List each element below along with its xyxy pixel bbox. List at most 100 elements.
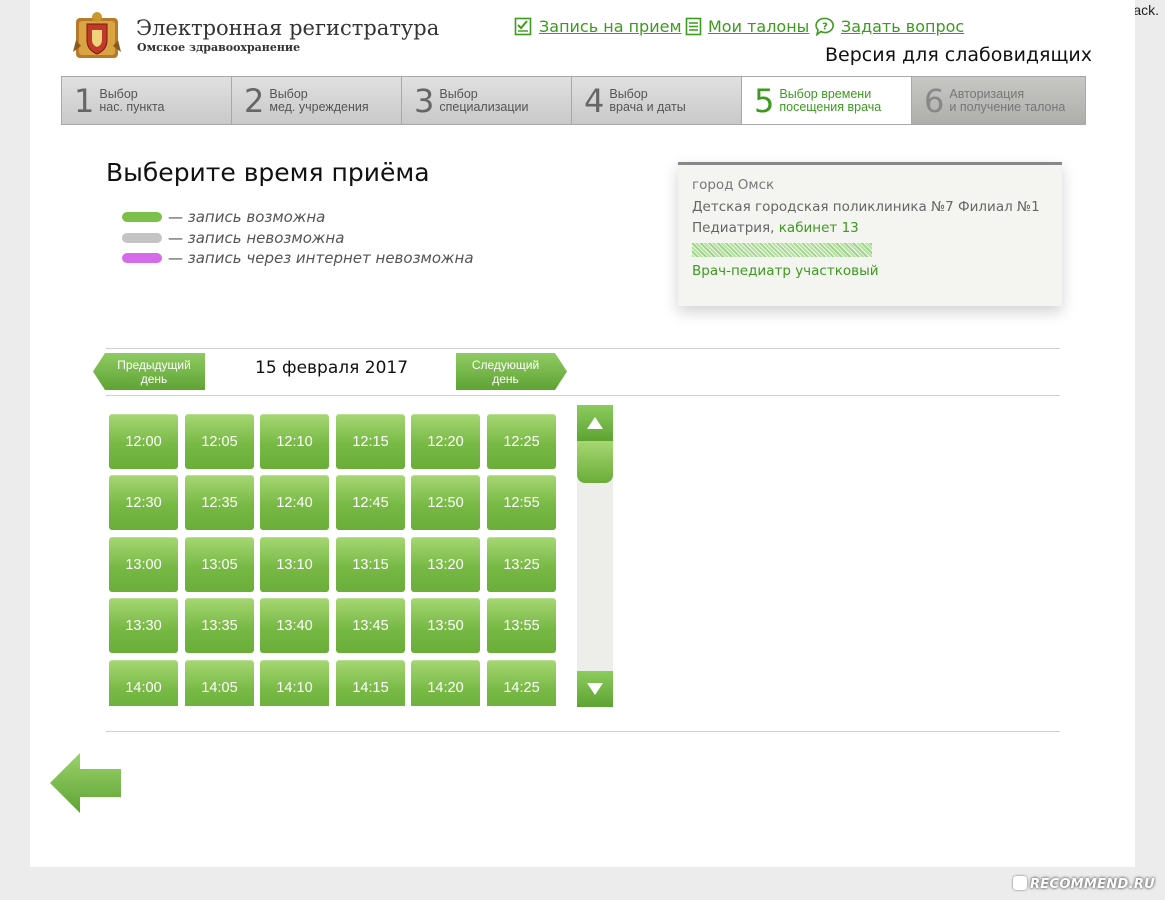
time-slot-button[interactable]: 14:10 bbox=[260, 660, 329, 706]
next-day-button[interactable]: Следующий день bbox=[456, 353, 567, 390]
step-label: Выбор специализации bbox=[439, 86, 529, 114]
time-slot-button[interactable]: 12:10 bbox=[260, 414, 329, 469]
time-slot-button[interactable]: 12:45 bbox=[336, 475, 405, 530]
step-number: 1 bbox=[74, 81, 95, 120]
my-tickets-link[interactable]: Мои талоны bbox=[685, 17, 809, 36]
info-doctor-position: Врач-педиатр участковый bbox=[692, 263, 879, 279]
time-slot-button[interactable]: 14:15 bbox=[336, 660, 405, 706]
next-day-label: Следующий день bbox=[471, 357, 540, 386]
time-slot-button[interactable]: 13:35 bbox=[185, 598, 254, 653]
time-slot-button[interactable]: 14:25 bbox=[487, 660, 556, 706]
previous-day-button[interactable]: Предыдущий день bbox=[93, 353, 205, 390]
step-number: 3 bbox=[414, 81, 435, 120]
step-5-active[interactable]: 5 Выбор времени посещения врача bbox=[741, 76, 911, 125]
step-label: Выбор врача и даты bbox=[609, 86, 686, 114]
time-slot-button[interactable]: 13:20 bbox=[411, 537, 480, 592]
legend-label: — запись через интернет невозможна bbox=[168, 249, 474, 267]
doctor-name-redacted bbox=[692, 242, 872, 257]
time-slot-button[interactable]: 13:05 bbox=[185, 537, 254, 592]
time-slot-button[interactable]: 13:50 bbox=[411, 598, 480, 653]
appointment-link-label: Запись на прием bbox=[539, 17, 682, 36]
step-label: Выбор времени посещения врача bbox=[779, 86, 882, 114]
divider bbox=[106, 395, 1060, 396]
divider bbox=[106, 348, 1060, 349]
time-slot-button[interactable]: 14:20 bbox=[411, 660, 480, 706]
time-slot-button[interactable]: 13:25 bbox=[487, 537, 556, 592]
recommend-logo-icon bbox=[1012, 876, 1027, 890]
time-slot-button[interactable]: 12:55 bbox=[487, 475, 556, 530]
time-slot-button[interactable]: 13:30 bbox=[109, 598, 178, 653]
appointment-link[interactable]: Запись на прием bbox=[514, 17, 682, 36]
time-slot-button[interactable]: 12:15 bbox=[336, 414, 405, 469]
time-slot-button[interactable]: 13:15 bbox=[336, 537, 405, 592]
time-slot-button[interactable]: 14:05 bbox=[185, 660, 254, 706]
previous-day-label: Предыдущий день bbox=[117, 357, 191, 386]
legend-swatch bbox=[122, 253, 162, 263]
time-slot-scrollbar[interactable] bbox=[577, 405, 613, 707]
step-6: 6 Авторизация и получение талона bbox=[911, 76, 1086, 125]
time-slot-button[interactable]: 13:40 bbox=[260, 598, 329, 653]
svg-text:?: ? bbox=[822, 22, 828, 33]
step-1[interactable]: 1 Выбор нас. пункта bbox=[61, 76, 231, 125]
triangle-down-icon bbox=[587, 683, 603, 695]
ticket-icon bbox=[685, 17, 702, 36]
step-label: Выбор нас. пункта bbox=[99, 86, 165, 114]
scroll-thumb[interactable] bbox=[577, 441, 613, 483]
page: Электронная регистратура Омское здравоох… bbox=[30, 0, 1135, 867]
time-slot-button[interactable]: 12:40 bbox=[260, 475, 329, 530]
legend-label: — запись невозможна bbox=[168, 229, 345, 247]
info-cabinet: кабинет 13 bbox=[778, 220, 859, 236]
info-specialty-name: Педиатрия, bbox=[692, 220, 775, 236]
info-city: город Омск bbox=[692, 177, 775, 193]
step-4[interactable]: 4 Выбор врача и даты bbox=[571, 76, 741, 125]
question-bubble-icon: ? bbox=[815, 17, 834, 36]
watermark-bottom-text: RECOMMEND.RU bbox=[1029, 877, 1155, 892]
coat-of-arms-icon bbox=[73, 12, 121, 58]
divider bbox=[106, 731, 1060, 732]
current-date: 15 февраля 2017 bbox=[255, 358, 409, 378]
time-slot-button[interactable]: 13:45 bbox=[336, 598, 405, 653]
step-3[interactable]: 3 Выбор специализации bbox=[401, 76, 571, 125]
time-slot-button[interactable]: 12:05 bbox=[185, 414, 254, 469]
appointment-info-card: город Омск Детская городская поликлиника… bbox=[678, 162, 1062, 306]
time-slot-grid: 12:00 12:05 12:10 12:15 12:20 12:25 12:30 12:35… bbox=[106, 406, 560, 706]
time-slot-button[interactable]: 12:20 bbox=[411, 414, 480, 469]
watermark-bottom: RECOMMEND.RU bbox=[1012, 876, 1155, 892]
info-clinic: Детская городская поликлиника №7 Филиал … bbox=[692, 198, 1040, 215]
scroll-up-button[interactable] bbox=[577, 405, 613, 441]
legend-label: — запись возможна bbox=[168, 208, 326, 226]
step-number: 2 bbox=[244, 81, 265, 120]
ask-question-link[interactable]: ? Задать вопрос bbox=[815, 17, 964, 36]
time-slot-button[interactable]: 13:00 bbox=[109, 537, 178, 592]
time-slot-button[interactable]: 12:30 bbox=[109, 475, 178, 530]
step-2[interactable]: 2 Выбор мед. учреждения bbox=[231, 76, 401, 125]
ask-question-link-label: Задать вопрос bbox=[841, 17, 965, 36]
step-number: 5 bbox=[754, 81, 775, 120]
time-slot-button[interactable]: 12:50 bbox=[411, 475, 480, 530]
scroll-down-button[interactable] bbox=[577, 671, 613, 707]
time-slot-button[interactable]: 13:55 bbox=[487, 598, 556, 653]
page-title: Выберите время приёма bbox=[106, 158, 430, 187]
step-label: Авторизация и получение талона bbox=[949, 86, 1066, 114]
low-vision-version-link[interactable]: Версия для слабовидящих bbox=[825, 44, 1092, 66]
info-specialty: Педиатрия, кабинет 13 bbox=[692, 218, 1048, 240]
site-title: Электронная регистратура bbox=[136, 16, 440, 40]
step-number: 4 bbox=[584, 81, 605, 120]
legend-swatch bbox=[122, 233, 162, 243]
time-slot-button[interactable]: 12:00 bbox=[109, 414, 178, 469]
time-slot-button[interactable]: 13:10 bbox=[260, 537, 329, 592]
legend-unavailable: — запись невозможна bbox=[122, 229, 344, 247]
legend-no-internet: — запись через интернет невозможна bbox=[122, 249, 474, 267]
site-subtitle: Омское здравоохранение bbox=[137, 41, 301, 54]
time-slot-button[interactable]: 12:35 bbox=[185, 475, 254, 530]
triangle-up-icon bbox=[587, 417, 603, 429]
time-slot-button[interactable]: 14:00 bbox=[109, 660, 178, 706]
my-tickets-link-label: Мои талоны bbox=[708, 17, 810, 36]
wizard-steps: 1 Выбор нас. пункта 2 Выбор мед. учреждения … bbox=[61, 76, 1086, 125]
time-slot-button[interactable]: 12:25 bbox=[487, 414, 556, 469]
legend-available: — запись возможна bbox=[122, 208, 325, 226]
info-doctor-row bbox=[692, 240, 1048, 262]
checklist-icon bbox=[514, 17, 532, 36]
back-arrow-icon[interactable] bbox=[50, 753, 122, 813]
step-label: Выбор мед. учреждения bbox=[269, 86, 369, 114]
